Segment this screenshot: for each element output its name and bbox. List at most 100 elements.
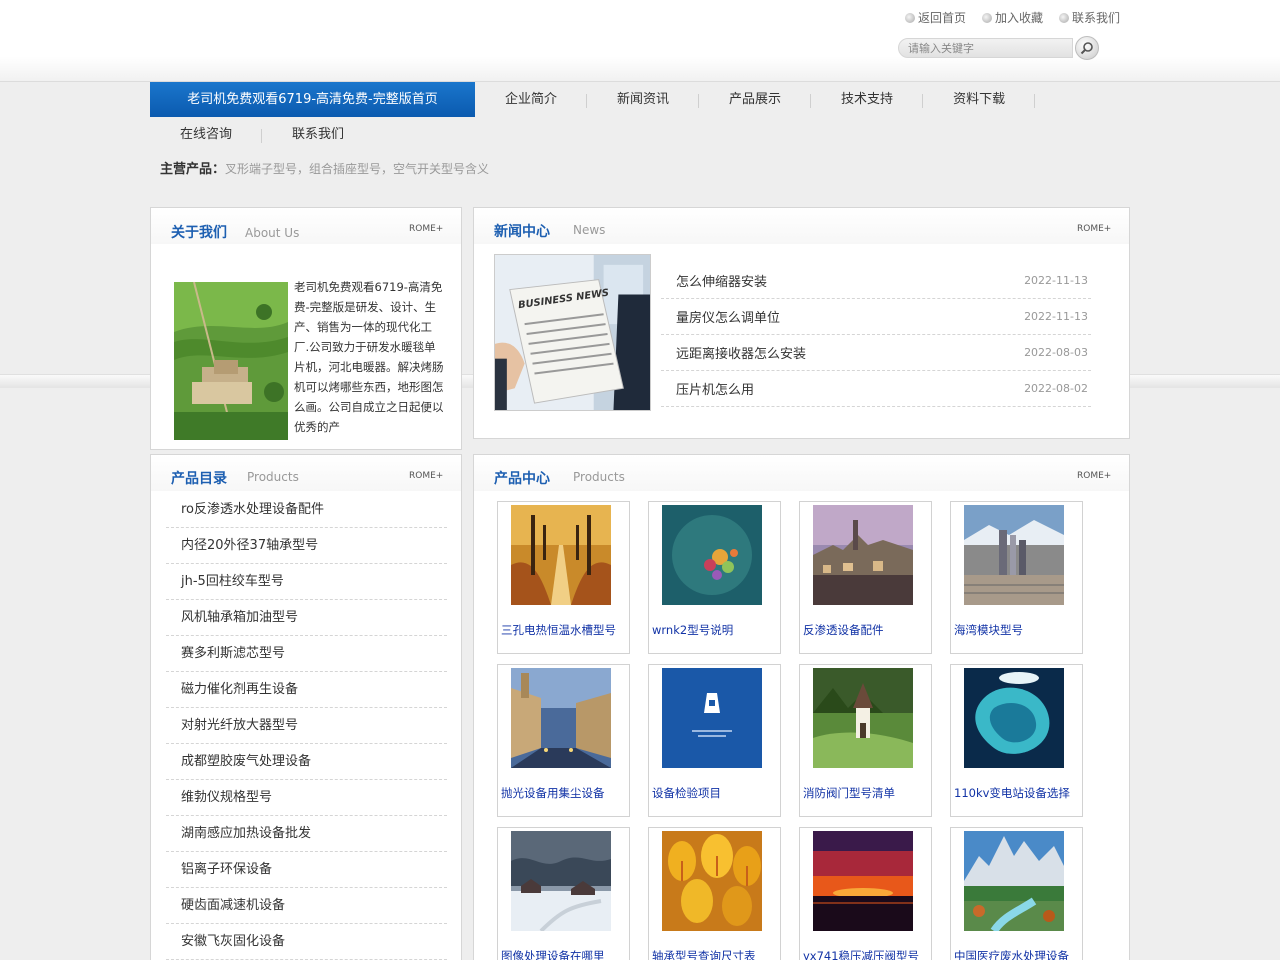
about-title-cn: 关于我们 xyxy=(171,225,227,241)
product-card[interactable]: yx741稳压减压阀型号 xyxy=(799,827,932,960)
catalog-item[interactable]: 湖南感应加热设备批发 xyxy=(166,816,447,852)
about-more-link[interactable]: ROME+ xyxy=(409,224,443,234)
news-item-title[interactable]: 怎么伸缩器安装 xyxy=(676,271,767,290)
news-item-date: 2022-11-13 xyxy=(1024,274,1088,287)
catalog-title-cn: 产品目录 xyxy=(171,471,227,487)
business-news-photo: BUSINESS NEWS xyxy=(494,254,651,411)
main-products: 主营产品：叉形端子型号，组合插座型号，空气开关型号含义 xyxy=(160,158,489,177)
catalog-item[interactable]: 铝离子环保设备 xyxy=(166,852,447,888)
news-more-link[interactable]: ROME+ xyxy=(1077,224,1111,234)
product-card[interactable]: 三孔电热恒温水槽型号 xyxy=(497,501,630,654)
blue-logo-image xyxy=(662,668,762,768)
product-card[interactable]: 中国医疗废水处理设备 xyxy=(950,827,1083,960)
balloons-image xyxy=(662,505,762,605)
snow-village-image xyxy=(511,831,611,931)
hill-town-image xyxy=(813,505,913,605)
top-links: 返回首页 加入收藏 联系我们 xyxy=(904,9,1120,26)
product-name[interactable]: 设备检验项目 xyxy=(652,785,780,801)
search-input[interactable] xyxy=(898,38,1073,58)
search-button[interactable] xyxy=(1075,36,1099,60)
catalog-item[interactable]: 维勃仪规格型号 xyxy=(166,780,447,816)
nav-contact[interactable]: 联系我们 xyxy=(262,117,374,152)
catalog-item[interactable]: jh-5回柱绞车型号 xyxy=(166,564,447,600)
street-evening-image xyxy=(511,668,611,768)
product-name[interactable]: yx741稳压减压阀型号 xyxy=(803,948,931,960)
news-item[interactable]: 怎么伸缩器安装 2022-11-13 xyxy=(661,263,1091,299)
product-card[interactable]: 图像处理设备在哪里 xyxy=(497,827,630,960)
nav-online-consult[interactable]: 在线咨询 xyxy=(150,117,263,152)
nav-company-profile[interactable]: 企业简介 xyxy=(475,82,588,117)
product-name[interactable]: 图像处理设备在哪里 xyxy=(501,948,629,960)
autumn-path-image xyxy=(511,505,611,605)
news-title-en: News xyxy=(573,223,606,237)
main-products-label: 主营产品： xyxy=(160,162,226,177)
product-name[interactable]: 110kv变电站设备选择 xyxy=(954,785,1082,801)
search-box xyxy=(898,36,1099,60)
catalog-item[interactable]: 风机轴承箱加油型号 xyxy=(166,600,447,636)
news-title-cn: 新闻中心 xyxy=(494,224,550,240)
atoll-image xyxy=(964,668,1064,768)
product-card[interactable]: 反渗透设备配件 xyxy=(799,501,932,654)
nav-products[interactable]: 产品展示 xyxy=(699,82,812,117)
product-name[interactable]: 抛光设备用集尘设备 xyxy=(501,785,629,801)
catalog-title-en: Products xyxy=(247,470,299,484)
news-item-date: 2022-08-02 xyxy=(1024,382,1088,395)
bullet-icon xyxy=(1058,12,1069,23)
product-name[interactable]: wrnk2型号说明 xyxy=(652,622,780,638)
catalog-item[interactable]: 磁力催化剂再生设备 xyxy=(166,672,447,708)
main-nav: 老司机免费观看6719-高清免费-完整版首页 企业简介 新闻资讯 产品展示 技术… xyxy=(150,82,1130,152)
bullet-icon xyxy=(904,12,915,23)
catalog-panel: 产品目录 Products ROME+ ro反渗透水处理设备配件 内径20外径3… xyxy=(150,454,462,960)
product-name[interactable]: 中国医疗废水处理设备 xyxy=(954,948,1082,960)
product-card[interactable]: 轴承型号查询尺寸表 xyxy=(648,827,781,960)
products-title-cn: 产品中心 xyxy=(494,471,550,487)
catalog-item[interactable]: 硬齿面减速机设备 xyxy=(166,888,447,924)
catalog-item[interactable]: 成都塑胶废气处理设备 xyxy=(166,744,447,780)
home-link-label: 返回首页 xyxy=(917,11,966,25)
contact-link[interactable]: 联系我们 xyxy=(1058,9,1120,26)
news-item-title[interactable]: 压片机怎么用 xyxy=(676,379,754,398)
product-name[interactable]: 消防阀门型号清单 xyxy=(803,785,931,801)
news-item-date: 2022-08-03 xyxy=(1024,346,1088,359)
product-card[interactable]: 110kv变电站设备选择 xyxy=(950,664,1083,817)
products-more-link[interactable]: ROME+ xyxy=(1077,471,1111,481)
news-item-title[interactable]: 量房仪怎么调单位 xyxy=(676,307,780,326)
nav-support[interactable]: 技术支持 xyxy=(811,82,924,117)
products-panel: 产品中心 Products ROME+ 三孔电热恒温水槽型号 wrnk2型号说明 xyxy=(473,454,1130,960)
bullet-icon xyxy=(981,12,992,23)
nav-home[interactable]: 老司机免费观看6719-高清免费-完整版首页 xyxy=(150,82,475,117)
nav-news[interactable]: 新闻资讯 xyxy=(587,82,700,117)
catalog-item[interactable]: 安徽飞灰固化设备 xyxy=(166,924,447,960)
product-card[interactable]: 设备检验项目 xyxy=(648,664,781,817)
sunset-image xyxy=(813,831,913,931)
catalog-item[interactable]: 内径20外径37轴承型号 xyxy=(166,528,447,564)
contact-link-label: 联系我们 xyxy=(1071,11,1120,25)
product-name[interactable]: 三孔电热恒温水槽型号 xyxy=(501,622,629,638)
church-meadow-image xyxy=(813,668,913,768)
catalog-item[interactable]: 对射光纤放大器型号 xyxy=(166,708,447,744)
city-skyline-image xyxy=(964,505,1064,605)
product-name[interactable]: 海湾模块型号 xyxy=(954,622,1082,638)
product-name[interactable]: 反渗透设备配件 xyxy=(803,622,931,638)
news-item-date: 2022-11-13 xyxy=(1024,310,1088,323)
bookmark-link-label: 加入收藏 xyxy=(994,11,1043,25)
news-item[interactable]: 量房仪怎么调单位 2022-11-13 xyxy=(661,299,1091,335)
about-title-en: About Us xyxy=(245,226,300,240)
about-text: 老司机免费观看6719-高清免费-完整版是研发、设计、生产、销售为一体的现代化工… xyxy=(294,280,444,434)
news-item-title[interactable]: 远距离接收器怎么安装 xyxy=(676,343,806,362)
bookmark-link[interactable]: 加入收藏 xyxy=(981,9,1043,26)
news-item[interactable]: 压片机怎么用 2022-08-02 xyxy=(661,371,1091,407)
product-card[interactable]: 海湾模块型号 xyxy=(950,501,1083,654)
search-icon xyxy=(1080,42,1093,55)
news-item[interactable]: 远距离接收器怎么安装 2022-08-03 xyxy=(661,335,1091,371)
product-card[interactable]: 抛光设备用集尘设备 xyxy=(497,664,630,817)
product-card[interactable]: wrnk2型号说明 xyxy=(648,501,781,654)
nav-downloads[interactable]: 资料下载 xyxy=(923,82,1036,117)
catalog-more-link[interactable]: ROME+ xyxy=(409,471,443,481)
catalog-item[interactable]: ro反渗透水处理设备配件 xyxy=(166,492,447,528)
product-name[interactable]: 轴承型号查询尺寸表 xyxy=(652,948,780,960)
product-card[interactable]: 消防阀门型号清单 xyxy=(799,664,932,817)
news-panel: 新闻中心 News ROME+ BUSINESS NEWS 怎么伸缩器安装 20… xyxy=(473,207,1130,439)
catalog-item[interactable]: 赛多利斯滤芯型号 xyxy=(166,636,447,672)
home-link[interactable]: 返回首页 xyxy=(904,9,966,26)
